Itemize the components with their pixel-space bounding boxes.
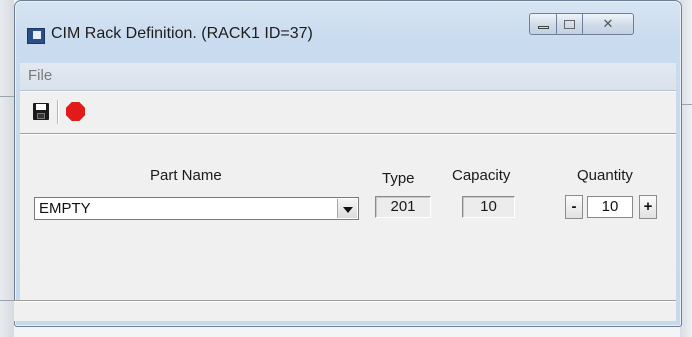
window-app-icon — [27, 28, 45, 44]
menu-file[interactable]: File — [28, 67, 52, 84]
close-button[interactable]: ✕ — [582, 13, 634, 35]
part-name-dropdown-button[interactable] — [337, 199, 357, 218]
menu-bar: File — [20, 63, 676, 91]
chevron-down-icon — [342, 206, 353, 213]
client-area: Part Name Type Capacity Quantity EMPTY 2… — [20, 91, 676, 320]
desktop-left-edge — [0, 0, 14, 337]
capacity-label: Capacity — [452, 167, 511, 184]
window-title: CIM Rack Definition. (RACK1 ID=37) — [51, 25, 313, 42]
part-name-label: Part Name — [150, 167, 222, 184]
type-label: Type — [382, 170, 415, 187]
quantity-increment-button[interactable]: + — [639, 195, 657, 219]
save-icon[interactable] — [33, 103, 49, 120]
maximize-icon — [564, 19, 575, 29]
part-name-value: EMPTY — [39, 200, 91, 217]
quantity-decrement-button[interactable]: - — [565, 195, 583, 219]
status-bar — [14, 300, 676, 321]
minimize-icon — [537, 25, 549, 29]
close-icon: ✕ — [602, 16, 614, 31]
toolbar-separator — [57, 100, 58, 124]
quantity-input[interactable]: 10 — [587, 196, 633, 218]
maximize-button[interactable] — [556, 13, 583, 35]
type-field: 201 — [375, 196, 431, 218]
part-name-select[interactable]: EMPTY — [34, 197, 359, 220]
minimize-button[interactable] — [529, 13, 557, 35]
capacity-field: 10 — [462, 196, 515, 218]
stop-icon[interactable] — [66, 102, 85, 121]
toolbar-divider — [20, 133, 676, 135]
quantity-label: Quantity — [577, 167, 633, 184]
